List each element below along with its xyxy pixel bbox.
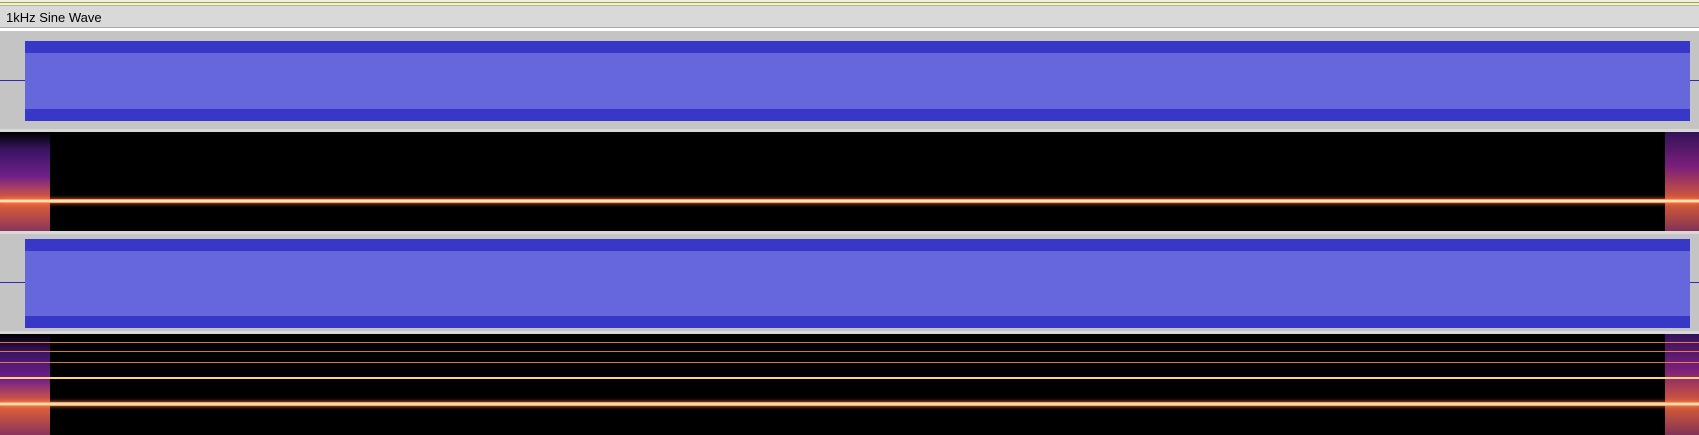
- spectrogram-onset-burst: [0, 334, 50, 435]
- waveform-clip-1[interactable]: [25, 41, 1690, 121]
- waveform-center-line-right: [1690, 80, 1699, 81]
- spectrogram-onset-burst: [0, 132, 50, 231]
- track-title-bar[interactable]: 1kHz Sine Wave: [0, 6, 1699, 28]
- waveform-center-line-left: [0, 80, 25, 81]
- waveform-center-line-right: [1690, 282, 1699, 283]
- spectrogram-lane-1[interactable]: [0, 132, 1699, 231]
- waveform-lane-1[interactable]: [0, 31, 1699, 129]
- tone-1khz-line: [0, 199, 1699, 203]
- waveform-center-line-left: [0, 282, 25, 283]
- harmonic-line: [0, 351, 1699, 352]
- harmonic-line: [0, 377, 1699, 379]
- harmonic-line: [0, 362, 1699, 363]
- spectrogram-lane-2[interactable]: [0, 334, 1699, 435]
- tone-1khz-line: [0, 402, 1699, 406]
- waveform-clip-2[interactable]: [25, 239, 1690, 328]
- spectrogram-offset-burst: [1665, 132, 1699, 231]
- waveform-lane-2[interactable]: [0, 234, 1699, 331]
- spectrogram-offset-burst: [1665, 334, 1699, 435]
- track-title: 1kHz Sine Wave: [6, 10, 102, 25]
- harmonic-line: [0, 342, 1699, 343]
